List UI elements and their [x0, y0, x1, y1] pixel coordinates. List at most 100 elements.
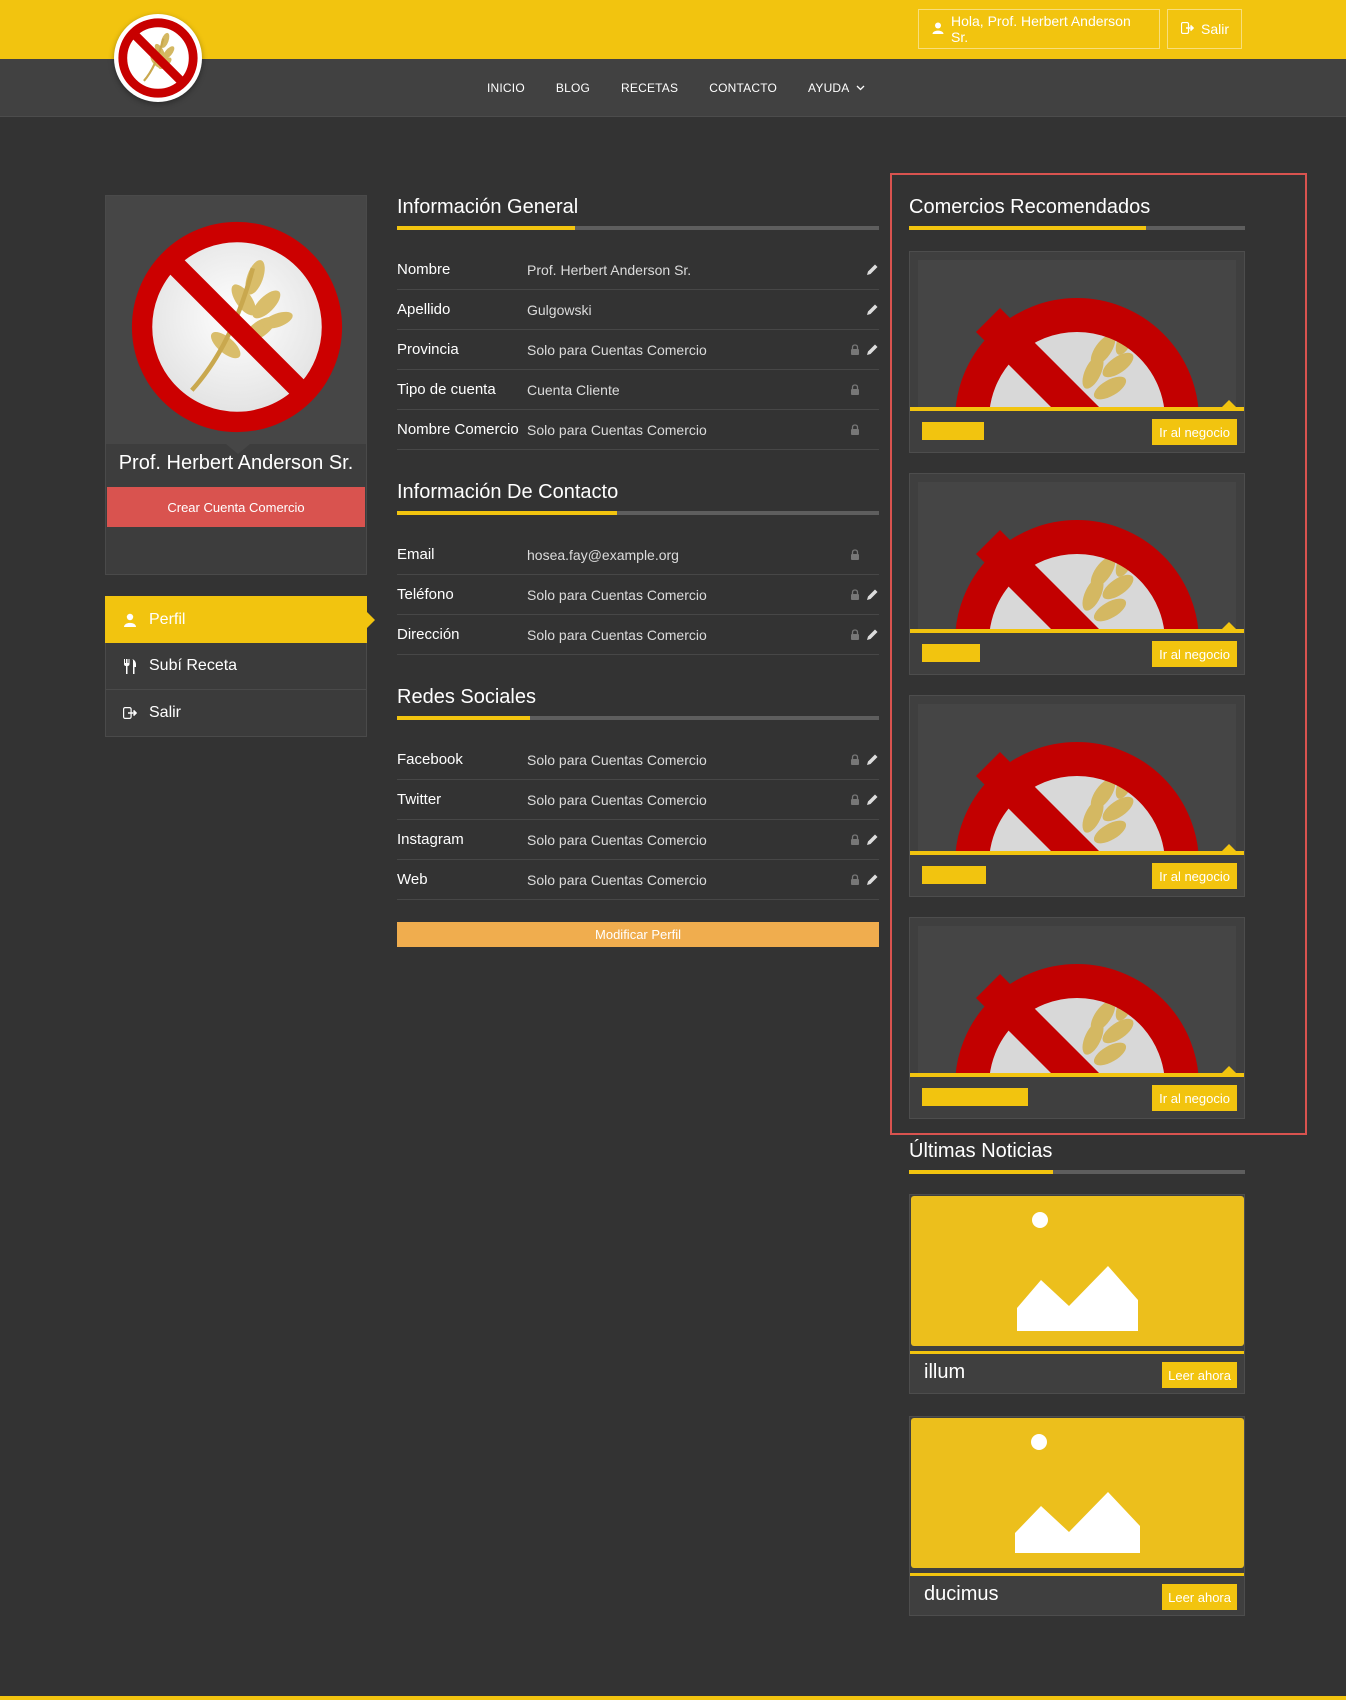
- info-row-web: Web Solo para Cuentas Comercio: [397, 860, 879, 900]
- news-card-bar: [910, 1351, 1244, 1354]
- business-card: Ir al negocio: [909, 917, 1245, 1119]
- no-gluten-image-icon: [955, 520, 1199, 632]
- business-card-bar: [910, 407, 1244, 411]
- info-value: Solo para Cuentas Comercio: [527, 751, 707, 768]
- info-value: Solo para Cuentas Comercio: [527, 626, 707, 643]
- profile-name: Prof. Herbert Anderson Sr.: [118, 452, 354, 474]
- info-label: Nombre Comercio: [397, 421, 519, 438]
- lock-icon: [851, 629, 859, 640]
- pencil-icon[interactable]: [866, 753, 879, 766]
- logout-icon: [122, 706, 137, 721]
- info-label: Nombre: [397, 261, 451, 278]
- business-card-notch: [1222, 844, 1236, 851]
- user-greeting-button[interactable]: Hola, Prof. Herbert Anderson Sr.: [918, 9, 1160, 49]
- chevron-down-icon: [856, 85, 864, 91]
- site-logo[interactable]: [114, 14, 202, 102]
- lock-icon: [851, 344, 859, 355]
- business-card-bar: [910, 629, 1244, 633]
- nav-item-inicio[interactable]: INICIO: [487, 81, 525, 95]
- read-now-button[interactable]: Leer ahora: [1162, 1584, 1237, 1610]
- info-row-instagram: Instagram Solo para Cuentas Comercio: [397, 820, 879, 860]
- no-gluten-avatar-icon: [131, 221, 343, 433]
- info-row-tipo-cuenta: Tipo de cuenta Cuenta Cliente: [397, 370, 879, 410]
- pencil-icon[interactable]: [866, 343, 879, 356]
- news-item-title[interactable]: illum: [924, 1361, 965, 1384]
- go-to-business-button[interactable]: Ir al negocio: [1152, 419, 1237, 445]
- social-title: Redes Sociales: [397, 686, 536, 708]
- logout-label: Salir: [1201, 21, 1230, 37]
- pencil-icon[interactable]: [866, 793, 879, 806]
- contact-info-title: Información De Contacto: [397, 481, 619, 503]
- info-value: Solo para Cuentas Comercio: [527, 341, 707, 358]
- contact-info-rule: [397, 511, 879, 515]
- go-to-business-button[interactable]: Ir al negocio: [1152, 863, 1237, 889]
- info-label: Twitter: [397, 791, 442, 808]
- no-gluten-image-icon: [955, 298, 1199, 410]
- info-label: Apellido: [397, 301, 451, 318]
- create-business-account-button[interactable]: Crear Cuenta Comercio: [107, 487, 365, 527]
- pencil-icon[interactable]: [866, 303, 879, 316]
- news-item-title[interactable]: ducimus: [924, 1583, 998, 1606]
- info-value: Solo para Cuentas Comercio: [527, 421, 707, 438]
- business-image: [918, 260, 1236, 410]
- business-name-placeholder: [922, 644, 980, 662]
- pencil-icon[interactable]: [866, 263, 879, 276]
- read-now-button[interactable]: Leer ahora: [1162, 1362, 1237, 1388]
- info-label: Instagram: [397, 831, 464, 848]
- cutlery-icon: [122, 658, 137, 674]
- info-value: Solo para Cuentas Comercio: [527, 586, 707, 603]
- info-row-email: Email hosea.fay@example.org: [397, 535, 879, 575]
- nav-item-ayuda-label: AYUDA: [808, 81, 850, 95]
- info-label: Email: [397, 546, 435, 563]
- pencil-icon[interactable]: [866, 628, 879, 641]
- side-menu-item-salir[interactable]: Salir: [105, 690, 367, 737]
- social-rule: [397, 716, 879, 720]
- side-menu-label: Salir: [149, 704, 182, 721]
- go-to-business-button[interactable]: Ir al negocio: [1152, 641, 1237, 667]
- side-menu-label: Perfil: [149, 610, 186, 628]
- side-menu-item-perfil[interactable]: Perfil: [105, 596, 375, 643]
- general-info-rule: [397, 226, 879, 230]
- business-card: Ir al negocio: [909, 695, 1245, 897]
- pencil-icon[interactable]: [866, 873, 879, 886]
- side-menu: Perfil Subí Receta Salir: [105, 596, 375, 737]
- lock-icon: [851, 549, 859, 560]
- info-row-telefono: Teléfono Solo para Cuentas Comercio: [397, 575, 879, 615]
- no-gluten-image-icon: [955, 742, 1199, 854]
- side-menu-item-subi-receta[interactable]: Subí Receta: [105, 643, 367, 690]
- modify-profile-button[interactable]: Modificar Perfil: [397, 922, 879, 947]
- business-card-bar: [910, 851, 1244, 855]
- business-image: [918, 482, 1236, 632]
- info-label: Web: [397, 871, 428, 888]
- image-placeholder-icon: [1015, 1434, 1140, 1553]
- lock-icon: [851, 589, 859, 600]
- user-icon: [932, 21, 944, 37]
- lock-icon: [851, 384, 859, 395]
- nav-item-recetas[interactable]: RECETAS: [621, 81, 678, 95]
- info-value: Solo para Cuentas Comercio: [527, 831, 707, 848]
- no-gluten-logo-icon: [118, 18, 198, 98]
- pencil-icon[interactable]: [866, 588, 879, 601]
- logout-button[interactable]: Salir: [1167, 9, 1242, 49]
- lock-icon: [851, 794, 859, 805]
- general-info-title: Información General: [397, 196, 579, 218]
- go-to-business-button[interactable]: Ir al negocio: [1152, 1085, 1237, 1111]
- profile-card: Prof. Herbert Anderson Sr. Crear Cuenta …: [105, 195, 367, 575]
- info-value: Prof. Herbert Anderson Sr.: [527, 261, 692, 278]
- news-card: illum Leer ahora: [909, 1194, 1245, 1394]
- pencil-icon[interactable]: [866, 833, 879, 846]
- nav-item-blog[interactable]: BLOG: [556, 81, 590, 95]
- news-title: Últimas Noticias: [909, 1140, 1053, 1162]
- info-label: Tipo de cuenta: [397, 381, 496, 398]
- nav-item-ayuda[interactable]: AYUDA: [808, 81, 864, 95]
- info-value: Cuenta Cliente: [527, 381, 620, 398]
- logout-icon: [1180, 21, 1195, 37]
- nav-item-contacto[interactable]: CONTACTO: [709, 81, 777, 95]
- info-label: Dirección: [397, 626, 460, 643]
- business-card-notch: [1222, 1066, 1236, 1073]
- business-name-placeholder: [922, 1088, 1028, 1106]
- business-card-notch: [1222, 400, 1236, 407]
- recommended-rule: [909, 226, 1245, 230]
- business-card: Ir al negocio: [909, 473, 1245, 675]
- avatar: [106, 196, 366, 444]
